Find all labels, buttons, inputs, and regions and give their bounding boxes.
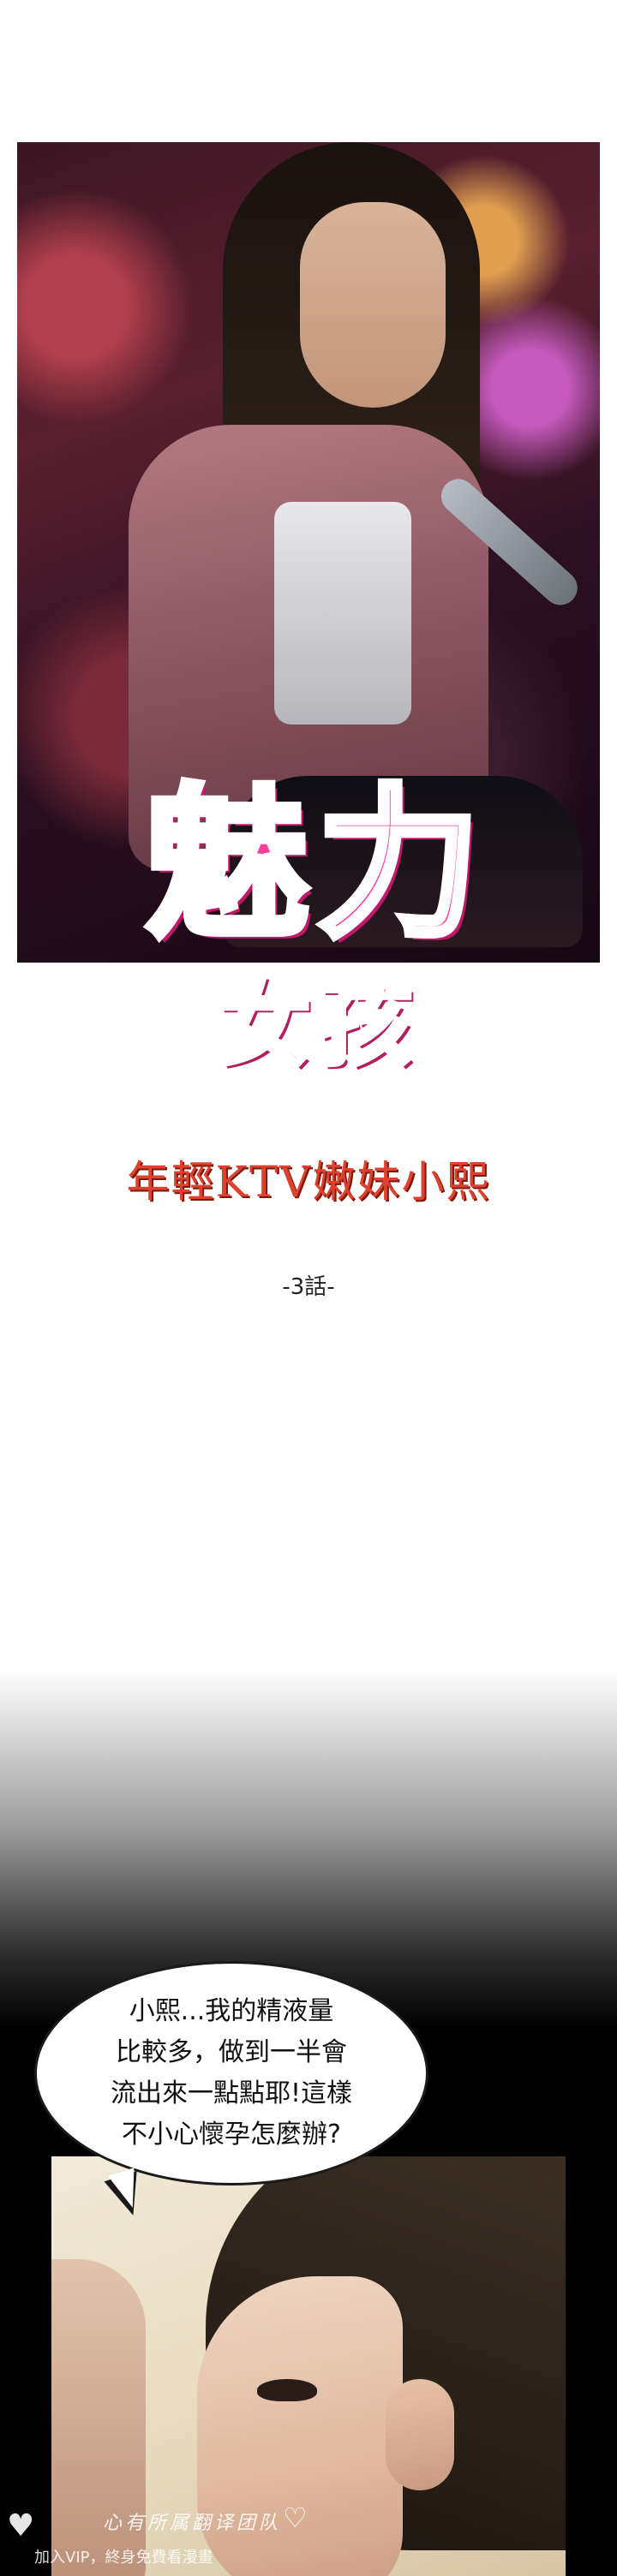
dialogue-line: 比較多，做到一半會 bbox=[116, 2037, 347, 2067]
logo-main-text: 魅力 bbox=[142, 770, 488, 959]
logo-sub-text: 女孩 bbox=[213, 969, 418, 1078]
heart-icon: ♥ bbox=[7, 2508, 35, 2543]
watermark: ♥ 心有所属翻译团队 ♡ 加入VIP，終身免費看漫畫 bbox=[0, 2501, 360, 2576]
dialogue-line: 小熙...我的精液量 bbox=[129, 1996, 334, 2026]
heart-icon: ♡ bbox=[283, 2501, 308, 2534]
cover-face bbox=[300, 202, 446, 408]
speech-bubble: 小熙...我的精液量 比較多，做到一半會 流出來一點點耶!這樣 不小心懷孕怎麼辦… bbox=[34, 1961, 428, 2185]
title-logo: 魅力 女孩 bbox=[103, 771, 514, 1096]
episode-number: -3話- bbox=[282, 1273, 335, 1300]
dialogue-line: 不小心懷孕怎麼辦? bbox=[122, 2120, 341, 2150]
panel-ear bbox=[386, 2379, 454, 2490]
cover-shirt bbox=[274, 502, 411, 724]
watermark-text: 加入VIP，終身免費看漫畫 bbox=[34, 2549, 213, 2567]
panel-eye bbox=[257, 2379, 317, 2401]
episode-subtitle: 年輕KTV嫩妹小熙 bbox=[126, 1157, 491, 1207]
comic-page: 魅力 女孩 年輕KTV嫩妹小熙 -3話- 小熙...我的精液量 比較多，做到一半… bbox=[0, 0, 617, 2576]
watermark-title: 心有所属翻译团队 bbox=[103, 2513, 282, 2534]
dialogue-line: 流出來一點點耶!這樣 bbox=[110, 2078, 353, 2108]
